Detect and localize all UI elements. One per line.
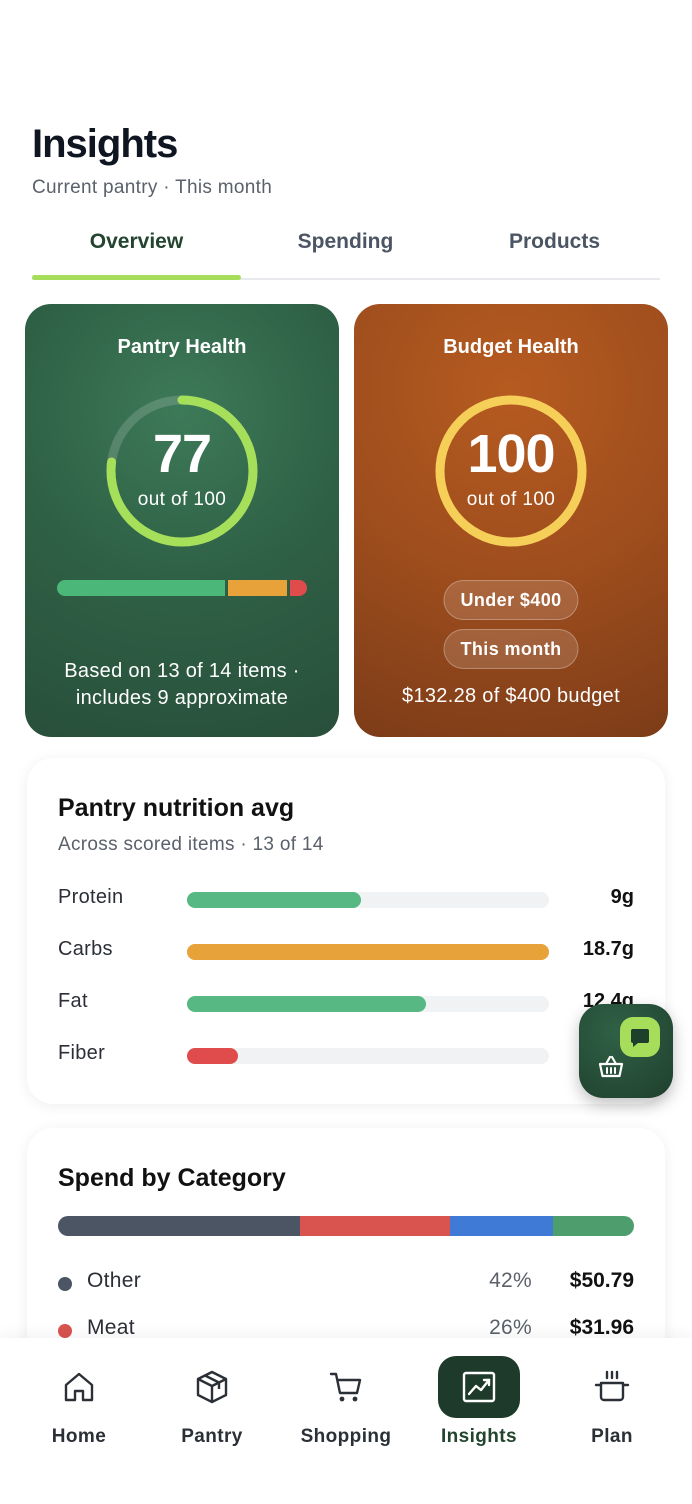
pantry-health-breakdown-bar bbox=[57, 580, 307, 596]
nav-shopping[interactable]: Shopping bbox=[286, 1356, 406, 1466]
pantry-health-footer-line2: includes 9 approximate bbox=[75, 687, 289, 709]
nav-label: Pantry bbox=[181, 1426, 243, 1447]
nav-plan[interactable]: Plan bbox=[552, 1356, 672, 1466]
assistant-fab[interactable] bbox=[579, 1004, 673, 1098]
budget-health-score: 100 bbox=[467, 424, 555, 484]
spend-category-bar bbox=[58, 1216, 634, 1236]
nutrition-label: Protein bbox=[58, 886, 124, 908]
nav-insights[interactable]: Insights bbox=[419, 1356, 539, 1466]
category-amount: $31.96 bbox=[569, 1316, 634, 1339]
budget-health-title: Budget Health bbox=[443, 336, 579, 358]
basket-icon bbox=[598, 1055, 624, 1078]
nav-label: Insights bbox=[440, 1426, 518, 1447]
category-dot bbox=[58, 1277, 72, 1291]
pantry-health-card[interactable]: Pantry Health 77 out of 100 Based on 13 … bbox=[25, 304, 339, 737]
nav-label: Home bbox=[51, 1426, 107, 1447]
nutrition-row-fiber: Fiber bbox=[58, 1042, 634, 1072]
budget-health-footer: $132.28 of $400 budget bbox=[402, 685, 620, 707]
nutrition-value: 9g bbox=[610, 886, 634, 908]
category-dot bbox=[58, 1324, 72, 1338]
tab-products[interactable]: Products bbox=[450, 226, 659, 278]
health-segment bbox=[289, 580, 307, 596]
category-percent: 42% bbox=[489, 1269, 532, 1292]
nutrition-subtitle: Across scored items · 13 of 14 bbox=[58, 834, 324, 855]
nutrition-fill bbox=[187, 996, 426, 1012]
nutrition-value: 18.7g bbox=[582, 938, 634, 960]
pot-icon bbox=[571, 1356, 653, 1418]
category-percent: 26% bbox=[489, 1316, 532, 1339]
health-segment bbox=[228, 580, 287, 596]
nav-label: Shopping bbox=[300, 1426, 392, 1447]
nutrition-label: Fat bbox=[58, 990, 88, 1012]
home-icon bbox=[38, 1356, 120, 1418]
nutrition-panel: Pantry nutrition avg Across scored items… bbox=[27, 758, 665, 1104]
box-icon bbox=[171, 1356, 253, 1418]
chart-icon bbox=[438, 1356, 520, 1418]
pantry-health-title: Pantry Health bbox=[117, 336, 247, 358]
health-segment bbox=[57, 580, 226, 596]
category-name: Meat bbox=[87, 1316, 135, 1339]
chat-icon bbox=[620, 1017, 660, 1057]
spend-title: Spend by Category bbox=[58, 1164, 286, 1192]
budget-limit-badge: Under $400 bbox=[443, 580, 579, 620]
page-header: Insights Current pantry · This month bbox=[32, 122, 272, 199]
tab-overview[interactable]: Overview bbox=[32, 226, 241, 280]
spend-segment bbox=[58, 1216, 300, 1236]
category-amount: $50.79 bbox=[569, 1269, 634, 1292]
spend-segment bbox=[553, 1216, 634, 1236]
spend-segment bbox=[299, 1216, 450, 1236]
page-subtitle: Current pantry · This month bbox=[32, 177, 273, 198]
spend-row-other[interactable]: Other 42% $50.79 bbox=[58, 1269, 634, 1299]
insights-tabs: Overview Spending Products bbox=[32, 226, 660, 280]
nutrition-label: Fiber bbox=[58, 1042, 106, 1064]
budget-health-ring: 100 out of 100 bbox=[433, 393, 589, 549]
nutrition-track bbox=[187, 996, 549, 1012]
nutrition-track bbox=[187, 1048, 549, 1064]
budget-health-card[interactable]: Budget Health 100 out of 100 Under $400 … bbox=[354, 304, 668, 737]
pantry-health-score: 77 bbox=[152, 424, 212, 484]
budget-health-score-max: out of 100 bbox=[466, 489, 556, 510]
category-name: Other bbox=[87, 1269, 142, 1292]
nutrition-row-carbs: Carbs 18.7g bbox=[58, 938, 634, 968]
nav-home[interactable]: Home bbox=[19, 1356, 139, 1466]
cart-icon bbox=[305, 1356, 387, 1418]
tab-spending[interactable]: Spending bbox=[241, 226, 450, 278]
nutrition-fill bbox=[187, 892, 361, 908]
nav-label: Plan bbox=[591, 1426, 633, 1447]
nutrition-row-protein: Protein 9g bbox=[58, 886, 634, 916]
bottom-nav: Home Pantry Shopping Insights Plan bbox=[0, 1338, 692, 1504]
nutrition-fill bbox=[187, 1048, 238, 1064]
pantry-health-ring: 77 out of 100 bbox=[104, 393, 260, 549]
nutrition-track bbox=[187, 892, 549, 908]
nutrition-track bbox=[187, 944, 549, 960]
nutrition-title: Pantry nutrition avg bbox=[58, 794, 295, 822]
nutrition-fill bbox=[187, 944, 549, 960]
pantry-health-score-max: out of 100 bbox=[137, 489, 227, 510]
page-title: Insights bbox=[32, 122, 178, 166]
nav-pantry[interactable]: Pantry bbox=[152, 1356, 272, 1466]
budget-period-badge: This month bbox=[443, 629, 579, 669]
spend-segment bbox=[449, 1216, 554, 1236]
nutrition-label: Carbs bbox=[58, 938, 113, 960]
pantry-health-footer: Based on 13 of 14 items · includes 9 app… bbox=[35, 658, 329, 712]
nutrition-row-fat: Fat 12.4g bbox=[58, 990, 634, 1020]
pantry-health-footer-line1: Based on 13 of 14 items · bbox=[64, 660, 300, 682]
